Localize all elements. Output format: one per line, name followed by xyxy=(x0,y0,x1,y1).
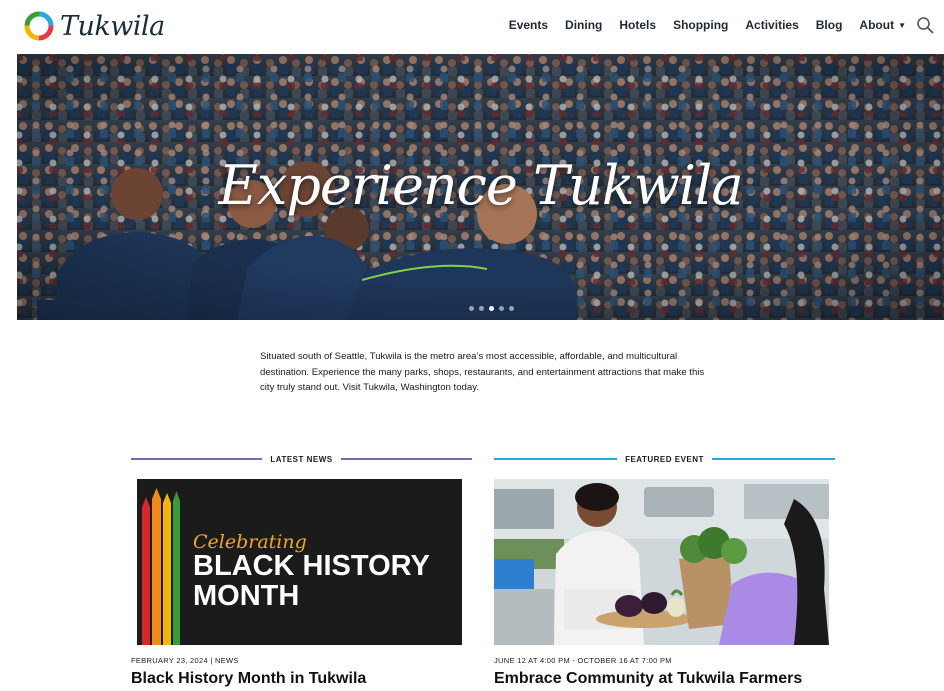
carousel-dot[interactable] xyxy=(479,306,484,311)
search-icon[interactable] xyxy=(916,16,934,34)
event-card-meta: JUNE 12 AT 4:00 PM - OCTOBER 16 AT 7:00 … xyxy=(494,656,672,665)
event-card-title[interactable]: Embrace Community at Tukwila Farmers xyxy=(494,670,802,688)
news-card-title[interactable]: Black History Month in Tukwila xyxy=(131,670,366,688)
news-image-caption-line2: MONTH xyxy=(193,580,300,612)
farmers-market-photo xyxy=(494,479,829,645)
section-label: FEATURED EVENT xyxy=(625,454,704,464)
carousel-indicators xyxy=(469,306,519,311)
hero-banner: Experience Tukwila xyxy=(17,54,944,320)
logo[interactable]: Tukwila xyxy=(22,6,165,46)
nav-item-events[interactable]: Events xyxy=(509,18,548,32)
news-card-meta: FEBRUARY 23, 2024 | NEWS xyxy=(131,656,239,665)
chevron-down-icon: ▼ xyxy=(898,21,906,30)
section-divider xyxy=(494,458,618,460)
carousel-dot-active[interactable] xyxy=(489,306,494,311)
site-header: Tukwila Events Dining Hotels Shopping Ac… xyxy=(0,0,944,52)
carousel-dot[interactable] xyxy=(469,306,474,311)
latest-news-heading: LATEST NEWS xyxy=(131,452,472,466)
section-divider xyxy=(340,458,472,460)
intro-paragraph: Situated south of Seattle, Tukwila is th… xyxy=(260,351,705,393)
nav-item-activities[interactable]: Activities xyxy=(745,18,798,32)
news-image-caption-line1: BLACK HISTORY xyxy=(193,550,430,582)
nav-item-dining[interactable]: Dining xyxy=(565,18,602,32)
hero-title: Experience Tukwila xyxy=(218,154,743,217)
nav-item-about-label: About xyxy=(859,18,895,32)
section-label: LATEST NEWS xyxy=(270,454,333,464)
nav-item-hotels[interactable]: Hotels xyxy=(619,18,656,32)
featured-event-heading: FEATURED EVENT xyxy=(494,452,836,466)
logo-mark-icon xyxy=(24,11,54,41)
main-nav: Events Dining Hotels Shopping Activities… xyxy=(492,16,934,34)
news-card-image[interactable]: Celebrating BLACK HISTORY MONTH xyxy=(137,479,462,645)
nav-item-blog[interactable]: Blog xyxy=(816,18,843,32)
logo-text: Tukwila xyxy=(60,10,165,42)
section-divider xyxy=(711,458,836,460)
carousel-dot[interactable] xyxy=(499,306,504,311)
event-card-image[interactable] xyxy=(494,479,829,645)
nav-item-shopping[interactable]: Shopping xyxy=(673,18,728,32)
carousel-dot[interactable] xyxy=(509,306,514,311)
nav-item-about[interactable]: About ▼ xyxy=(859,18,906,32)
section-divider xyxy=(131,458,263,460)
